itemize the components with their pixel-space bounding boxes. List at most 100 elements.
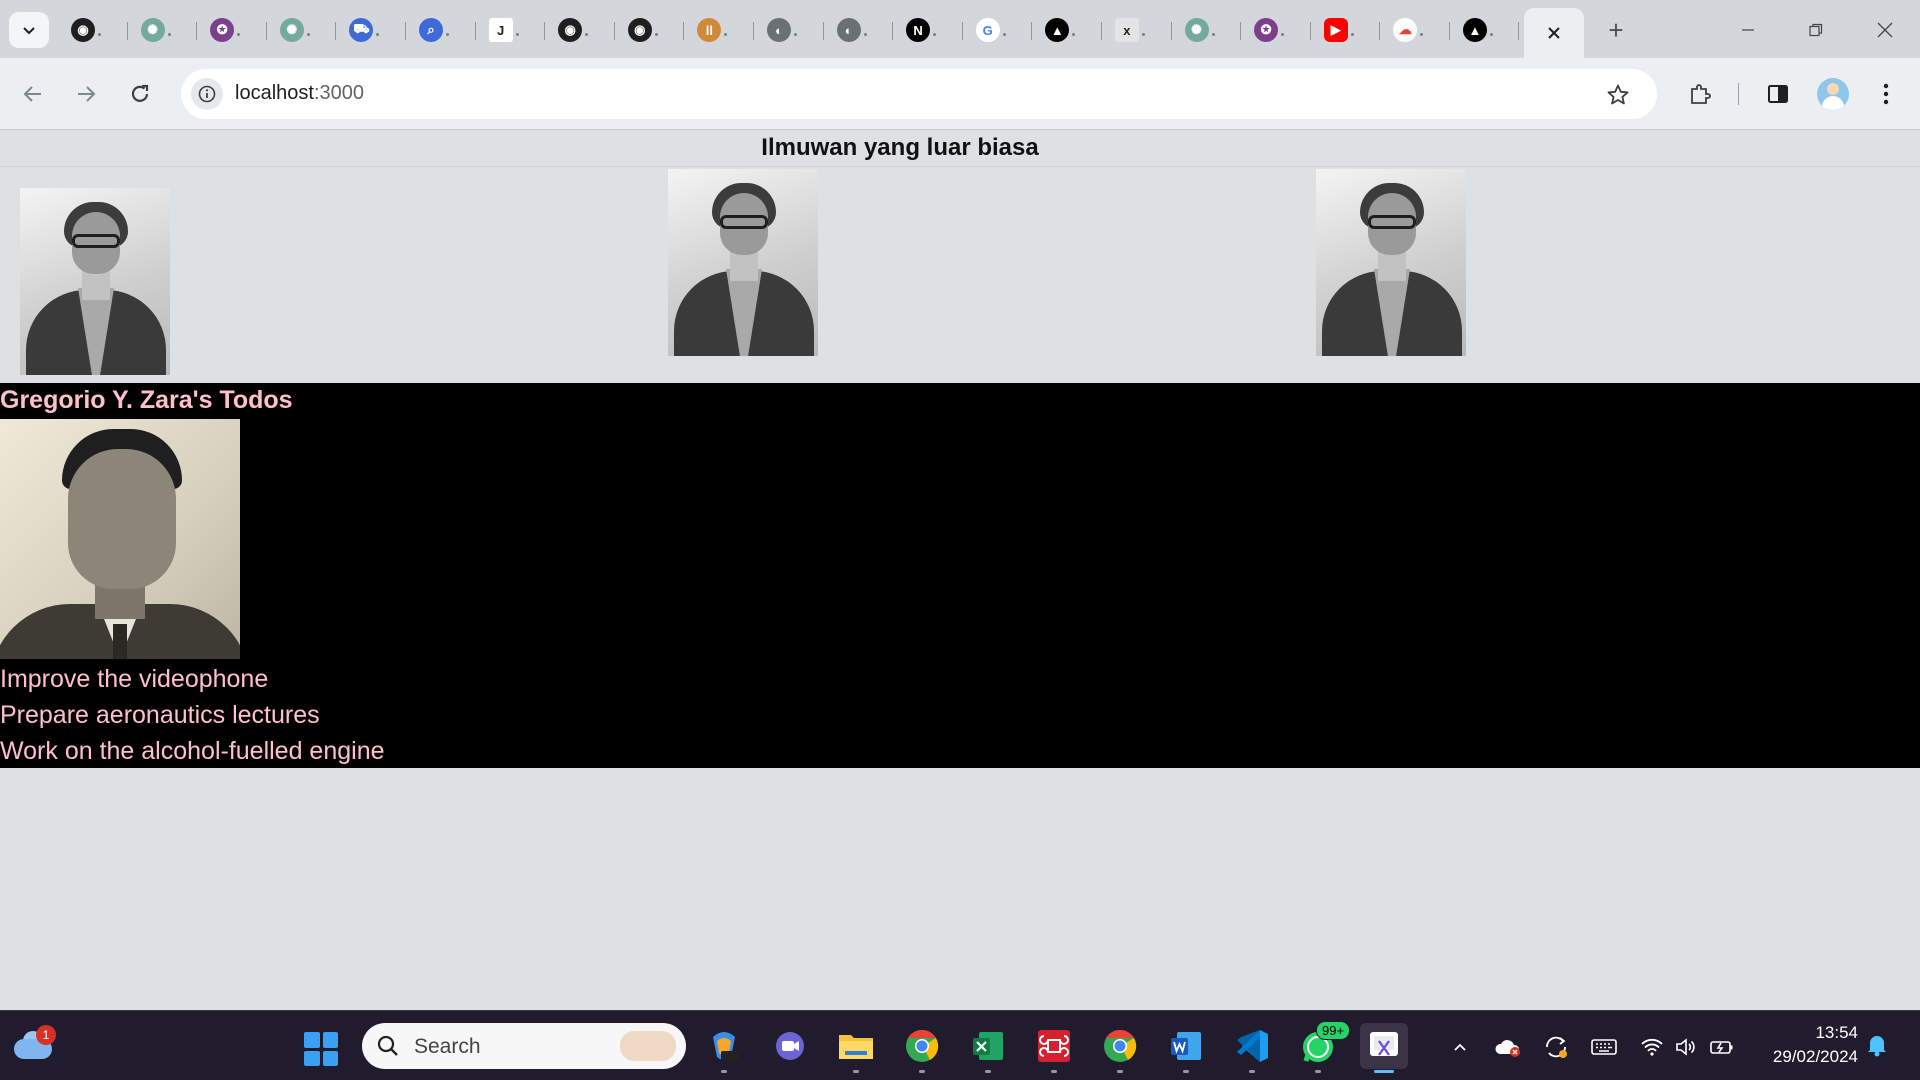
chatgpt-icon: ✺	[279, 18, 304, 42]
search-app-icon: ⌕	[418, 18, 443, 42]
taskbar-snipping-tool[interactable]	[1360, 1023, 1408, 1073]
side-panel-button[interactable]	[1758, 74, 1798, 114]
browser-tab[interactable]: J	[476, 10, 546, 50]
google-cloud-icon: ☁	[1393, 18, 1418, 42]
volume-indicator[interactable]	[1672, 1033, 1700, 1061]
browser-tab[interactable]: ✺	[267, 10, 337, 50]
menu-button[interactable]	[1866, 74, 1906, 114]
browser-tab[interactable]: ☁	[1380, 10, 1450, 50]
browser-tab[interactable]: x	[1102, 10, 1172, 50]
github-icon: ◉	[558, 18, 583, 42]
url-host: localhost	[235, 82, 314, 104]
show-hidden-icons[interactable]	[1446, 1033, 1474, 1061]
avatar	[1817, 78, 1849, 110]
battery-charging-icon	[1710, 1041, 1733, 1054]
info-icon	[198, 85, 216, 103]
reload-button[interactable]	[120, 74, 160, 114]
tab-close-dot	[793, 33, 797, 36]
chevron-down-icon	[23, 27, 35, 35]
address-bar[interactable]: localhost:3000	[181, 69, 1657, 119]
taskbar-chrome[interactable]	[898, 1023, 946, 1073]
tab-close-dot	[1420, 33, 1424, 36]
scientist-portrait-3	[1316, 169, 1466, 356]
cart-icon: ⛟	[349, 18, 374, 42]
browser-tab[interactable]: ✪	[1241, 10, 1311, 50]
vscode-icon	[1237, 1030, 1268, 1062]
browser-tab[interactable]: ◉	[615, 10, 685, 50]
taskbar-word[interactable]	[1162, 1023, 1210, 1073]
wifi-icon	[1641, 1038, 1663, 1056]
browser-tab[interactable]: ◐	[824, 10, 894, 50]
excel-icon	[973, 1032, 1003, 1060]
taskbar-whatsapp[interactable]: 99+	[1294, 1021, 1351, 1073]
browser-tab[interactable]: ◉	[58, 10, 128, 50]
cloud-error-icon	[1495, 1040, 1520, 1057]
start-button[interactable]	[304, 1032, 338, 1066]
sync-status[interactable]	[1542, 1033, 1570, 1061]
new-tab-button[interactable]: +	[1598, 12, 1634, 48]
taskbar-file-explorer[interactable]	[832, 1023, 880, 1073]
weather-widget[interactable]: 1	[12, 1025, 56, 1063]
speaker-icon	[1676, 1038, 1695, 1056]
taskbar-excel[interactable]	[964, 1023, 1012, 1073]
browser-tab[interactable]: ⌕	[406, 10, 476, 50]
close-icon	[1877, 22, 1893, 38]
browser-tab[interactable]: ▲	[1032, 10, 1102, 50]
profile-button[interactable]	[1813, 74, 1853, 114]
taskbar-search[interactable]: Search	[362, 1023, 686, 1069]
browser-tab[interactable]: G	[963, 10, 1033, 50]
tab-search-button[interactable]	[9, 12, 49, 48]
windows-logo-pane	[304, 1050, 320, 1066]
browser-tab[interactable]: ✪	[197, 10, 267, 50]
taskbar-copilot[interactable]	[700, 1023, 748, 1073]
bookmark-button[interactable]	[1601, 78, 1635, 112]
browser-tab[interactable]: ◉	[545, 10, 615, 50]
browser-tab[interactable]: ◐	[754, 10, 824, 50]
taskbar-chrome-profile[interactable]	[1096, 1023, 1144, 1073]
taskbar-vscode[interactable]	[1228, 1023, 1276, 1073]
word-icon	[1171, 1032, 1201, 1060]
bell-icon	[1868, 1036, 1886, 1057]
tab-close-dot	[933, 33, 937, 36]
back-button[interactable]	[13, 74, 53, 114]
clock[interactable]: 13:54 29/02/2024	[1752, 1021, 1858, 1069]
tab-close-dot	[98, 33, 101, 36]
browser-tab[interactable]: ⛟	[336, 10, 406, 50]
browser-tab[interactable]: ▲	[1450, 10, 1520, 50]
browser-tab[interactable]: ll	[684, 10, 754, 50]
taskbar-dev-app[interactable]	[1030, 1023, 1078, 1073]
command-icon	[1038, 1030, 1070, 1062]
windows-logo-pane	[322, 1050, 338, 1066]
windows-logo-pane	[304, 1032, 320, 1048]
url-text[interactable]: localhost:3000	[235, 82, 364, 105]
notifications-button[interactable]	[1866, 1033, 1888, 1062]
browser-tab[interactable]: ✺	[128, 10, 198, 50]
wifi-indicator[interactable]	[1638, 1033, 1666, 1061]
browser-tab[interactable]: ▶	[1311, 10, 1381, 50]
tab-close-dot	[585, 33, 589, 36]
forward-button[interactable]	[66, 74, 106, 114]
extensions-button[interactable]	[1680, 74, 1720, 114]
restore-button[interactable]	[1793, 10, 1839, 50]
browser-tab[interactable]: N	[893, 10, 963, 50]
globe-icon: ◐	[766, 18, 791, 42]
github-icon: ◉	[71, 18, 95, 42]
browser-tab[interactable]: ✺	[1172, 10, 1242, 50]
google-icon: G	[975, 18, 1000, 42]
keyboard-indicator[interactable]	[1590, 1033, 1618, 1061]
tab-close-dot	[1281, 33, 1285, 36]
close-tab-icon[interactable]	[1547, 26, 1561, 40]
toolbar-divider	[1738, 83, 1739, 105]
active-tab[interactable]	[1524, 8, 1584, 58]
close-window-button[interactable]	[1862, 10, 1908, 50]
site-info-button[interactable]	[191, 78, 223, 110]
more-vertical-icon	[1883, 83, 1889, 105]
battery-indicator[interactable]	[1708, 1033, 1736, 1061]
restore-icon	[1809, 23, 1823, 37]
whatsapp-badge: 99+	[1316, 1021, 1351, 1040]
todo-item: Prepare aeronautics lectures	[0, 701, 320, 729]
onedrive-status[interactable]	[1494, 1033, 1522, 1061]
minimize-button[interactable]	[1725, 10, 1771, 50]
url-port: :3000	[313, 82, 364, 104]
taskbar-teams[interactable]	[766, 1023, 814, 1069]
